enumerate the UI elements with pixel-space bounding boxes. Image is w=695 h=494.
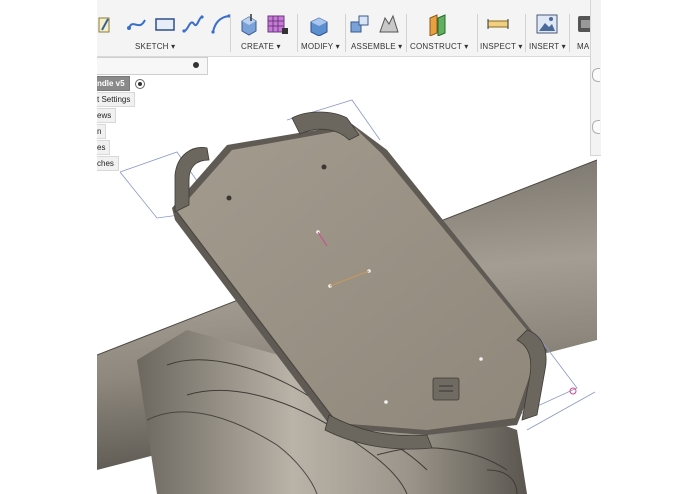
activate-component-radio[interactable]: [135, 79, 145, 89]
create-group[interactable]: CREATE ▾: [235, 0, 295, 56]
toolbar-separator: [477, 14, 478, 52]
toolbar-separator: [525, 14, 526, 52]
browser-header-bar[interactable]: [97, 57, 208, 75]
right-side-panel-strip: [590, 0, 601, 156]
construct-group[interactable]: CONSTRUCT ▾: [410, 0, 474, 56]
create-menu-label[interactable]: CREATE ▾: [241, 42, 281, 51]
joint-icon[interactable]: [377, 12, 401, 36]
record-dot-icon[interactable]: [193, 62, 199, 68]
modify-menu-label[interactable]: MODIFY ▾: [301, 42, 340, 51]
toolbar-separator: [297, 14, 298, 52]
toolbar-separator: [345, 14, 346, 52]
inspect-menu-label[interactable]: INSPECT ▾: [480, 42, 523, 51]
extrude-icon[interactable]: [237, 12, 261, 36]
sketch-menu-label[interactable]: SKETCH ▾: [135, 42, 175, 51]
create-sketch-icon[interactable]: [97, 12, 121, 36]
panel-toggle-button[interactable]: [592, 120, 600, 134]
modify-group[interactable]: MODIFY ▾: [301, 0, 346, 56]
fusion-app-window: SKETCH ▾ CREATE ▾ MODIFY ▾ ASSEMBLE ▾ CO…: [97, 0, 597, 494]
new-component-icon[interactable]: [349, 12, 373, 36]
tree-item-document-settings[interactable]: t Settings: [97, 92, 136, 107]
assemble-group[interactable]: ASSEMBLE ▾: [349, 0, 404, 56]
make-menu-label[interactable]: MA: [577, 42, 589, 51]
tree-item-sketches[interactable]: ches: [97, 156, 119, 171]
measure-icon[interactable]: [486, 12, 510, 36]
spline-icon[interactable]: [181, 12, 205, 36]
tree-item-named-views[interactable]: ews: [97, 108, 117, 123]
press-pull-icon[interactable]: [307, 12, 331, 36]
tree-item-root-component[interactable]: ndle v5: [97, 76, 130, 91]
rectangle-icon[interactable]: [153, 12, 177, 36]
insert-group[interactable]: INSERT ▾: [529, 0, 567, 56]
toolbar-separator: [230, 14, 231, 52]
sketch-group[interactable]: SKETCH ▾: [97, 0, 231, 56]
assemble-menu-label[interactable]: ASSEMBLE ▾: [351, 42, 402, 51]
pattern-icon[interactable]: [265, 12, 289, 36]
inspect-group[interactable]: INSPECT ▾: [480, 0, 524, 56]
tree-item-bodies[interactable]: es: [97, 140, 111, 155]
tree-item-origin[interactable]: n: [97, 124, 107, 139]
panel-toggle-button[interactable]: [592, 68, 600, 82]
insert-image-icon[interactable]: [535, 12, 559, 36]
line-icon[interactable]: [125, 12, 149, 36]
toolbar-separator: [569, 14, 570, 52]
construct-menu-label[interactable]: CONSTRUCT ▾: [410, 42, 469, 51]
offset-plane-icon[interactable]: [426, 12, 450, 36]
toolbar-separator: [406, 14, 407, 52]
insert-menu-label[interactable]: INSERT ▾: [529, 42, 566, 51]
radio-dot-icon: [138, 82, 142, 86]
toolbar: SKETCH ▾ CREATE ▾ MODIFY ▾ ASSEMBLE ▾ CO…: [97, 0, 597, 57]
